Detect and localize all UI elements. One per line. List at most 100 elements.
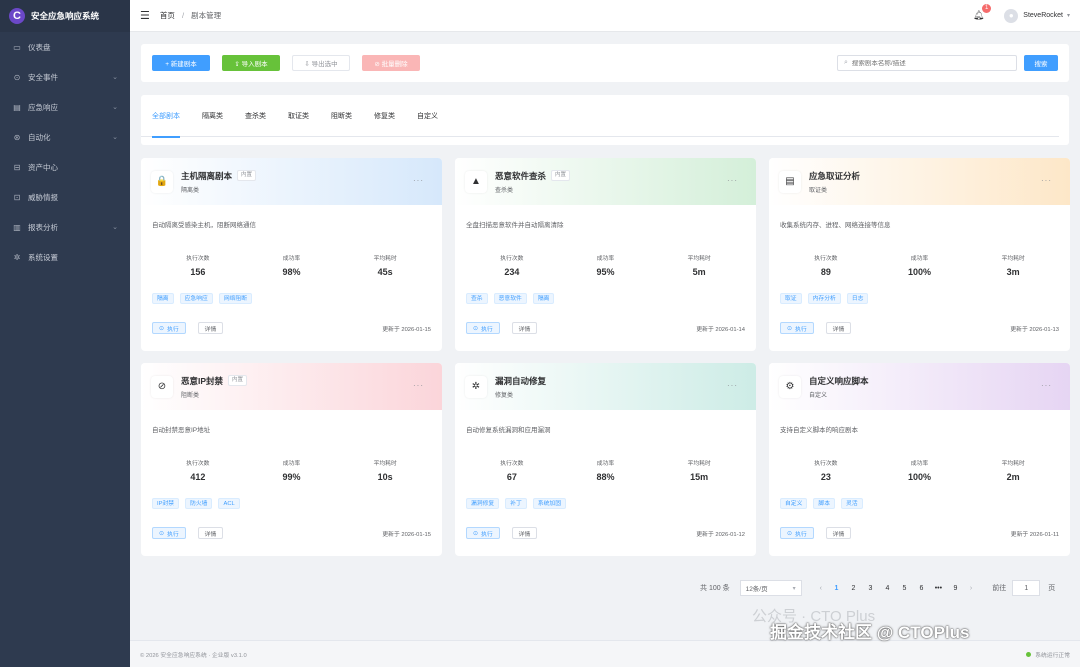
stat-value: 99% — [282, 472, 301, 482]
tab[interactable]: 自定义 — [417, 95, 438, 137]
sidebar-item[interactable]: ▤ 应急响应 ⌄ — [0, 92, 130, 122]
import-playbook-button[interactable]: ⇪ 导入剧本 — [222, 55, 280, 71]
card-footer: ⊙ 执行 详情 更新于 2026-01-13 — [769, 315, 1070, 341]
sidebar-item[interactable]: ⊟ 资产中心 — [0, 152, 130, 182]
playbook-card[interactable]: ✲ 漏洞自动修复 修复类 ··· 自动修复系统漏洞和应用漏洞 执行次数 67 成功率 88% 平均… — [455, 363, 756, 556]
page-number[interactable]: 2 — [845, 585, 862, 592]
card-title-wrap: 恶意软件查杀 内置 查杀类 — [495, 170, 571, 194]
card-footer: ⊙ 执行 详情 更新于 2026-01-15 — [141, 315, 442, 341]
page-size-select[interactable]: 12条/页 ▾ — [739, 580, 802, 596]
playbook-card[interactable]: ▤ 应急取证分析 取证类 ··· 收集系统内存、进程、网络连接等信息 执行次数 89 成功率 1… — [769, 158, 1070, 351]
run-button-label: 执行 — [481, 326, 493, 333]
detail-button[interactable]: 详情 — [825, 322, 852, 334]
detail-button[interactable]: 详情 — [197, 527, 224, 539]
more-options-icon[interactable]: ··· — [413, 176, 424, 185]
stat-value: 15m — [690, 472, 709, 482]
updated-date: 更新于 2026-01-13 — [1010, 326, 1059, 333]
stat-label: 平均耗时 — [373, 256, 397, 262]
sidebar-item[interactable]: ⊡ 威胁情报 — [0, 182, 130, 212]
tab[interactable]: 全部剧本 — [152, 95, 180, 138]
sidebar-menu: ▭ 仪表盘 ⊙ 安全事件 ⌄ ▤ 应急响应 ⌄ ⊛ 自动化 ⌄ ⊟ 资产中心 ⊡ 威胁情报 ▥ 报表分析 ⌄ ✲ 系统… — [0, 32, 130, 272]
more-options-icon[interactable]: ··· — [413, 381, 424, 390]
menu-toggle-icon[interactable]: ☰ — [140, 9, 150, 22]
next-page-icon[interactable]: › — [970, 585, 972, 592]
card-title-wrap: 漏洞自动修复 修复类 — [495, 375, 546, 399]
detail-button[interactable]: 详情 — [825, 527, 852, 539]
more-options-icon[interactable]: ··· — [1041, 176, 1052, 185]
avatar[interactable]: ● — [1004, 8, 1019, 23]
tab[interactable]: 阻断类 — [331, 95, 352, 137]
alert-circle-icon: ⊙ — [13, 72, 21, 82]
card-title: 主机隔离剧本 — [181, 170, 233, 181]
run-button[interactable]: ⊙ 执行 — [152, 322, 186, 334]
sidebar-item[interactable]: ⊙ 安全事件 ⌄ — [0, 62, 130, 92]
detail-button[interactable]: 详情 — [197, 322, 224, 334]
export-selected-button[interactable]: ⇩ 导出选中 — [292, 55, 350, 71]
run-button[interactable]: ⊙ 执行 — [152, 527, 186, 539]
username[interactable]: SteveRocket — [1023, 12, 1063, 19]
document-icon: ▤ — [779, 170, 801, 193]
breadcrumb-home[interactable]: 首页 — [160, 11, 175, 20]
tab[interactable]: 隔离类 — [202, 95, 223, 137]
goto-page-input[interactable]: 1 — [1012, 580, 1041, 596]
play-icon: ⊙ — [787, 530, 793, 537]
run-button-label: 执行 — [167, 326, 179, 333]
chevron-down-icon[interactable]: ▾ — [1067, 12, 1070, 19]
card-category: 查杀类 — [495, 187, 514, 194]
sidebar-item-label: 仪表盘 — [28, 42, 51, 52]
page-number[interactable]: 6 — [913, 585, 930, 592]
tab[interactable]: 取证类 — [288, 95, 309, 137]
chevron-down-icon: ⌄ — [112, 224, 118, 231]
run-button[interactable]: ⊙ 执行 — [780, 322, 814, 334]
sidebar-item[interactable]: ▭ 仪表盘 — [0, 32, 130, 62]
search-input[interactable] — [851, 59, 1010, 67]
playbook-card[interactable]: ⚙ 自定义响应脚本 自定义 ··· 支持自定义脚本的响应剧本 执行次数 23 成功率 100% 平… — [769, 363, 1070, 556]
run-button[interactable]: ⊙ 执行 — [466, 527, 500, 539]
prev-page-icon[interactable]: ‹ — [820, 585, 822, 592]
app-title: 安全应急响应系统 — [31, 11, 100, 21]
detail-button[interactable]: 详情 — [511, 322, 538, 334]
block-icon: ⊘ — [151, 375, 173, 398]
playbook-card[interactable]: ▲ 恶意软件查杀 内置 查杀类 ··· 全盘扫描恶意软件并自动隔离清除 执行次数 234 成功率… — [455, 158, 756, 351]
play-icon: ⊙ — [473, 325, 479, 332]
card-category: 自定义 — [809, 392, 828, 399]
search-box: ⌕ — [837, 55, 1017, 71]
card-title-row: 主机隔离剧本 内置 — [181, 170, 257, 182]
page-number[interactable]: 4 — [879, 585, 896, 592]
run-button[interactable]: ⊙ 执行 — [780, 527, 814, 539]
tab[interactable]: 修复类 — [374, 95, 395, 137]
card-category: 阻断类 — [181, 392, 200, 399]
stat-value: 2m — [1006, 472, 1020, 482]
page-number[interactable]: 9 — [947, 585, 964, 592]
page-size-value: 12条/页 — [745, 586, 768, 593]
more-options-icon[interactable]: ··· — [1041, 381, 1052, 390]
run-button[interactable]: ⊙ 执行 — [466, 322, 500, 334]
page-number[interactable]: 1 — [828, 585, 845, 592]
detail-button[interactable]: 详情 — [511, 527, 538, 539]
stat-label: 成功率 — [596, 461, 615, 467]
more-options-icon[interactable]: ··· — [727, 381, 738, 390]
stat-value: 156 — [190, 267, 206, 277]
new-playbook-button[interactable]: + 新建剧本 — [152, 55, 210, 71]
stat-label: 成功率 — [596, 256, 615, 262]
notification-bell-icon[interactable]: 🔔︎ 1 — [973, 4, 992, 21]
footer: © 2026 安全应急响应系统 · 企业版 v3.1.0 系统运行正常 — [130, 640, 1080, 667]
playbook-card[interactable]: 🔒 主机隔离剧本 内置 隔离类 ··· 自动隔离受感染主机，阻断网络通信 执行次数 156 成功… — [141, 158, 442, 351]
run-button-label: 执行 — [481, 531, 493, 538]
batch-delete-button[interactable]: ⊘ 批量删除 — [362, 55, 420, 71]
page-number[interactable]: ••• — [930, 585, 947, 592]
more-options-icon[interactable]: ··· — [727, 176, 738, 185]
stat-avg-time: 平均耗时 45s — [338, 253, 432, 283]
tab[interactable]: 查杀类 — [245, 95, 266, 137]
search-button[interactable]: 搜索 — [1024, 55, 1058, 71]
sidebar-item[interactable]: ▥ 报表分析 ⌄ — [0, 212, 130, 242]
playbook-card[interactable]: ⊘ 恶意IP封禁 内置 阻断类 ··· 自动封禁恶意IP地址 执行次数 412 成功率 99% 平均… — [141, 363, 442, 556]
page-number[interactable]: 5 — [896, 585, 913, 592]
sidebar-item[interactable]: ⊛ 自动化 ⌄ — [0, 122, 130, 152]
updated-date: 更新于 2026-01-12 — [696, 531, 745, 538]
sidebar-item[interactable]: ✲ 系统设置 — [0, 242, 130, 272]
card-chip: 脚本 — [813, 498, 836, 509]
card-title-wrap: 自定义响应脚本 自定义 — [809, 375, 869, 399]
breadcrumb: 首页 / 剧本管理 — [160, 10, 221, 21]
page-number[interactable]: 3 — [862, 585, 879, 592]
